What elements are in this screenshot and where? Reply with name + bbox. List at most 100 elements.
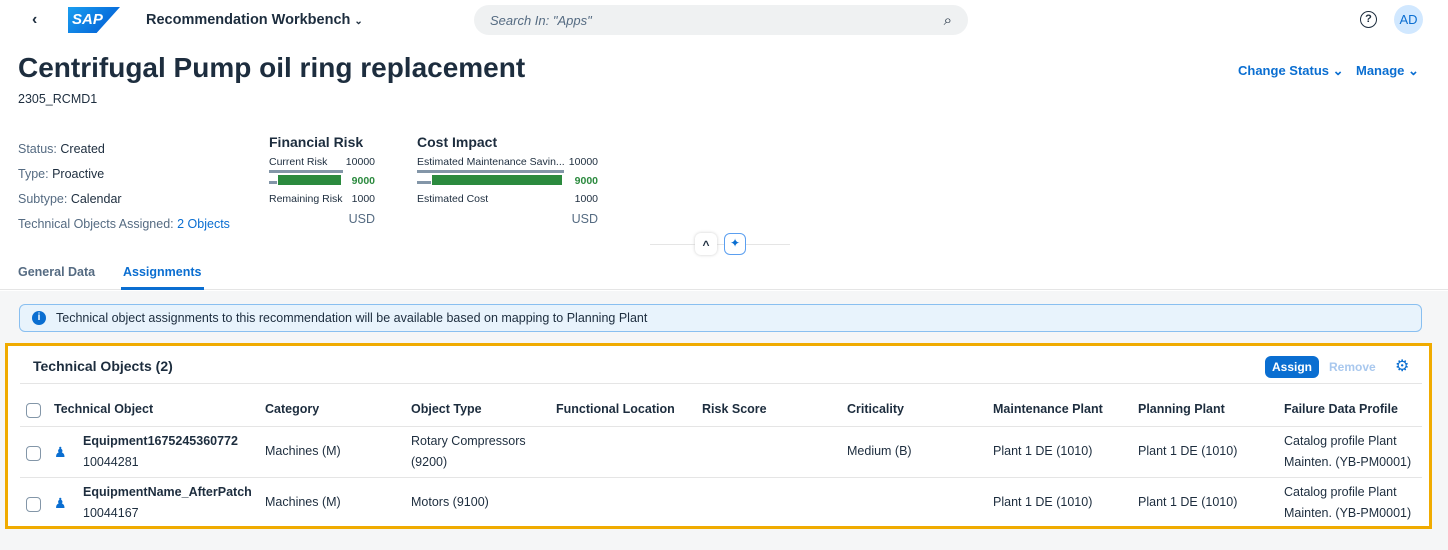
unit: USD	[348, 212, 375, 226]
attr-label: Subtype:	[18, 192, 68, 206]
object-name: EquipmentName_AfterPatch	[83, 485, 252, 499]
top-bar	[269, 170, 343, 173]
bottom-value: 1000	[574, 193, 598, 205]
object-name: Equipment1675245360772	[83, 434, 238, 448]
equipment-icon: ♟	[54, 444, 67, 460]
object-id: 10044167	[83, 506, 139, 520]
subtype-attr: Subtype: Calendar	[18, 187, 230, 212]
column-header[interactable]: Functional Location	[556, 402, 675, 416]
content-area: i Technical object assignments to this r…	[0, 291, 1448, 550]
chevron-down-icon: ⌄	[354, 16, 363, 27]
attr-value: Proactive	[52, 167, 105, 181]
column-header[interactable]: Category	[265, 402, 319, 416]
attr-label: Technical Objects Assigned:	[18, 217, 174, 231]
change-status-label: Change Status	[1238, 63, 1330, 78]
attr-value: Created	[60, 142, 105, 156]
search-input[interactable]: Search In: "Apps" ⌕	[474, 5, 968, 35]
bottom-value: 1000	[351, 193, 375, 205]
object-id: 10044281	[83, 455, 139, 469]
equipment-icon: ♟	[54, 495, 67, 511]
help-icon[interactable]: ?	[1360, 11, 1377, 28]
delta-value: 9000	[351, 175, 375, 187]
card-title: Financial Risk	[269, 134, 364, 150]
attr-value: Calendar	[70, 192, 122, 206]
table-row[interactable]: ♟ Equipment1675245360772 10044281 Machin…	[20, 427, 1422, 477]
attr-label: Status:	[18, 142, 57, 156]
object-type: Motors (9100)	[411, 495, 489, 509]
planning-plant: Plant 1 DE (1010)	[1138, 444, 1238, 458]
failure-profile: Catalog profile Plant	[1284, 485, 1397, 499]
category: Machines (M)	[265, 444, 341, 458]
tab-assignments[interactable]: Assignments	[121, 265, 204, 290]
tab-bar: General Data Assignments	[0, 258, 1448, 290]
card-title: Cost Impact	[417, 134, 498, 150]
maintenance-plant: Plant 1 DE (1010)	[993, 444, 1093, 458]
criticality: Medium (B)	[847, 444, 912, 458]
sap-logo[interactable]: SAP	[68, 7, 120, 33]
row-checkbox[interactable]	[26, 446, 41, 461]
bottom-label: Estimated Cost	[417, 193, 489, 205]
collapse-header-button[interactable]: ^	[695, 233, 717, 255]
pin-header-button[interactable]: ✦	[724, 233, 746, 255]
attributes: Status: Created Type: Proactive Subtype:…	[18, 137, 230, 237]
column-header[interactable]: Technical Object	[54, 402, 153, 416]
bottom-bar	[269, 181, 277, 184]
page-title: Centrifugal Pump oil ring replacement	[18, 52, 526, 83]
app-title-menu[interactable]: Recommendation Workbench ⌄	[146, 12, 363, 28]
attr-label: Type:	[18, 167, 49, 181]
tab-general-data[interactable]: General Data	[18, 265, 95, 279]
column-header[interactable]: Object Type	[411, 402, 482, 416]
column-header[interactable]: Criticality	[847, 402, 904, 416]
settings-icon[interactable]: ⚙	[1395, 356, 1409, 376]
info-message-strip: i Technical object assignments to this r…	[19, 304, 1422, 332]
top-value: 10000	[345, 156, 375, 168]
top-bar	[417, 170, 564, 173]
app-title: Recommendation Workbench	[146, 12, 351, 28]
top-label: Current Risk	[269, 156, 328, 168]
bottom-bar	[417, 181, 431, 184]
top-value: 10000	[568, 156, 598, 168]
delta-value: 9000	[574, 175, 598, 187]
failure-profile-code: Mainten. (YB-PM0001)	[1284, 506, 1412, 520]
info-text: Technical object assignments to this rec…	[56, 311, 648, 325]
manage-button[interactable]: Manage ⌄	[1356, 63, 1419, 79]
search-placeholder: Search In: "Apps"	[490, 12, 592, 28]
table-row[interactable]: ♟ EquipmentName_AfterPatch 10044167 Mach…	[20, 478, 1422, 528]
shell-bar: ‹ SAP Recommendation Workbench ⌄ Search …	[0, 0, 1448, 42]
object-type-code: (9200)	[411, 455, 448, 469]
header-divider	[650, 244, 790, 245]
column-header[interactable]: Failure Data Profile	[1284, 402, 1398, 416]
column-header[interactable]: Planning Plant	[1138, 402, 1225, 416]
technical-objects-table: Technical Objects (2) Assign Remove ⚙ Te…	[5, 343, 1432, 529]
divider	[20, 383, 1422, 384]
objects-link[interactable]: 2 Objects	[177, 217, 230, 231]
financial-risk-card: Financial Risk Current Risk 10000 9000 R…	[269, 134, 375, 234]
planning-plant: Plant 1 DE (1010)	[1138, 495, 1238, 509]
object-id: 2305_RCMD1	[18, 92, 98, 106]
column-header[interactable]: Risk Score	[702, 402, 767, 416]
delta-bar	[432, 175, 562, 185]
remove-button[interactable]: Remove	[1329, 360, 1376, 374]
change-status-button[interactable]: Change Status ⌄	[1238, 63, 1344, 79]
row-checkbox[interactable]	[26, 497, 41, 512]
object-type: Rotary Compressors	[411, 434, 526, 448]
manage-label: Manage	[1356, 63, 1405, 78]
bottom-label: Remaining Risk	[269, 193, 343, 205]
type-attr: Type: Proactive	[18, 162, 230, 187]
column-header[interactable]: Maintenance Plant	[993, 402, 1103, 416]
status-attr: Status: Created	[18, 137, 230, 162]
top-label: Estimated Maintenance Savin...	[417, 156, 565, 168]
failure-profile: Catalog profile Plant	[1284, 434, 1397, 448]
category: Machines (M)	[265, 495, 341, 509]
assigned-attr: Technical Objects Assigned: 2 Objects	[18, 212, 230, 237]
delta-bar	[278, 175, 341, 185]
avatar[interactable]: AD	[1394, 5, 1423, 34]
cost-impact-card: Cost Impact Estimated Maintenance Savin.…	[417, 134, 598, 234]
assign-button[interactable]: Assign	[1265, 356, 1320, 378]
unit: USD	[571, 212, 598, 226]
select-all-checkbox[interactable]	[26, 403, 41, 418]
table-title: Technical Objects (2)	[33, 358, 173, 374]
search-icon[interactable]: ⌕	[944, 12, 952, 29]
back-icon[interactable]: ‹	[32, 11, 37, 29]
failure-profile-code: Mainten. (YB-PM0001)	[1284, 455, 1412, 469]
